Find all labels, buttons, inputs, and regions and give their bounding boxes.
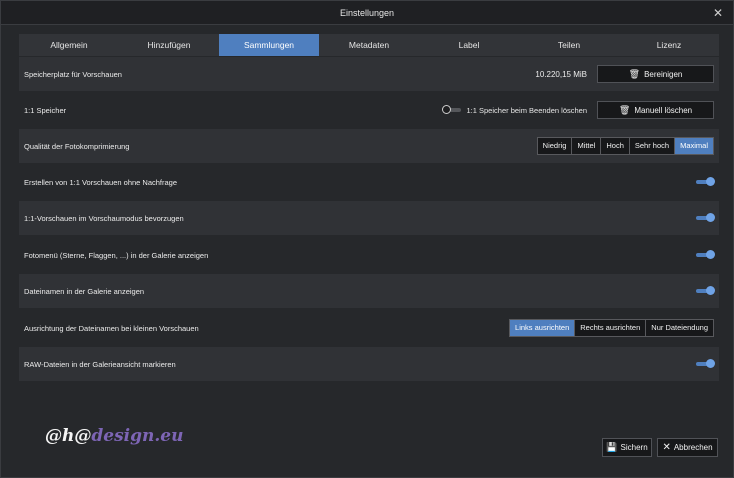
cancel-button-label: Abbrechen	[673, 443, 713, 452]
setting-row-file-names: Dateinamen in der Galerie anzeigen	[19, 274, 719, 308]
create-previews-label: Erstellen von 1:1 Vorschauen ohne Nachfr…	[24, 177, 178, 187]
dialog-title: Einstellungen	[339, 8, 395, 18]
trash-icon: 🗑	[628, 68, 641, 79]
setting-row-compression: Qualität der Fotokomprimierung Niedrig M…	[19, 129, 719, 163]
alignment-option-extension[interactable]: Nur Dateiendung	[646, 320, 713, 336]
setting-row-create-previews: Erstellen von 1:1 Vorschauen ohne Nachfr…	[19, 165, 719, 199]
setting-row-raw-mark: RAW-Dateien in der Galerieansicht markie…	[19, 347, 719, 381]
compression-option-hoch[interactable]: Hoch	[601, 138, 630, 154]
watermark-part2: design.eu	[91, 426, 184, 446]
compression-option-mittel[interactable]: Mittel	[572, 138, 602, 154]
save-button[interactable]: 💾 Sichern	[602, 438, 652, 457]
photo-menu-label: Fotomenü (Sterne, Flaggen, ...) in der G…	[24, 250, 209, 260]
setting-row-preview-storage: Speicherplatz für Vorschauen 10.220,15 M…	[19, 57, 719, 91]
tab-metadaten[interactable]: Metadaten	[319, 34, 419, 56]
create-previews-toggle[interactable]	[696, 177, 715, 186]
delete-on-exit-label: 1:1 Speicher beim Beenden löschen	[466, 105, 588, 115]
manuell-loeschen-button-label: Manuell löschen	[634, 105, 693, 115]
save-button-label: Sichern	[620, 443, 648, 452]
alignment-label: Ausrichtung der Dateinamen bei kleinen V…	[24, 323, 199, 333]
title-bar: Einstellungen ✕	[1, 1, 733, 25]
tab-label[interactable]: Label	[419, 34, 519, 56]
trash-icon: 🗑	[618, 104, 631, 115]
prefer-previews-label: 1:1-Vorschauen im Vorschaumodus bevorzug…	[24, 213, 184, 223]
tab-sammlungen[interactable]: Sammlungen	[219, 34, 319, 56]
photo-menu-toggle[interactable]	[696, 250, 715, 259]
delete-on-exit-toggle[interactable]	[441, 105, 461, 114]
prefer-previews-toggle[interactable]	[696, 213, 715, 222]
close-icon: ✕	[662, 442, 671, 453]
setting-row-prefer-previews: 1:1-Vorschauen im Vorschaumodus bevorzug…	[19, 201, 719, 235]
preview-storage-label: Speicherplatz für Vorschauen	[24, 69, 122, 79]
setting-row-photo-menu: Fotomenü (Sterne, Flaggen, ...) in der G…	[19, 238, 719, 272]
settings-dialog: Einstellungen ✕ Allgemein Hinzufügen Sam…	[0, 0, 734, 478]
compression-option-sehr-hoch[interactable]: Sehr hoch	[629, 138, 676, 154]
compression-option-niedrig[interactable]: Niedrig	[537, 138, 573, 154]
close-icon[interactable]: ✕	[711, 6, 725, 20]
bereinigen-button[interactable]: 🗑 Bereinigen	[597, 65, 714, 83]
compression-label: Qualität der Fotokomprimierung	[24, 141, 130, 151]
bereinigen-button-label: Bereinigen	[644, 69, 683, 79]
manuell-loeschen-button[interactable]: 🗑 Manuell löschen	[597, 101, 714, 119]
tab-lizenz[interactable]: Lizenz	[619, 34, 719, 56]
setting-row-alignment: Ausrichtung der Dateinamen bei kleinen V…	[19, 311, 719, 345]
setting-row-one-to-one: 1:1 Speicher 1:1 Speicher beim Beenden l…	[19, 93, 719, 127]
watermark-part1: @h@	[45, 426, 92, 446]
tab-allgemein[interactable]: Allgemein	[19, 34, 119, 56]
file-names-toggle[interactable]	[696, 286, 715, 295]
cancel-button[interactable]: ✕ Abbrechen	[657, 438, 718, 457]
alignment-selector: Links ausrichten Rechts ausrichten Nur D…	[509, 319, 714, 337]
floppy-disk-icon: 💾	[606, 442, 618, 452]
file-names-label: Dateinamen in der Galerie anzeigen	[24, 286, 145, 296]
tab-bar: Allgemein Hinzufügen Sammlungen Metadate…	[19, 34, 719, 56]
preview-storage-size: 10.220,15 MiB	[535, 69, 587, 79]
alignment-option-right[interactable]: Rechts ausrichten	[575, 320, 647, 336]
compression-option-maximal[interactable]: Maximal	[675, 138, 713, 154]
tab-hinzufuegen[interactable]: Hinzufügen	[119, 34, 219, 56]
raw-mark-toggle[interactable]	[696, 359, 715, 368]
one-to-one-label: 1:1 Speicher	[24, 105, 67, 115]
alignment-option-left[interactable]: Links ausrichten	[510, 320, 576, 336]
watermark-logo: @h@design.eu	[45, 426, 183, 446]
tab-teilen[interactable]: Teilen	[519, 34, 619, 56]
compression-selector: Niedrig Mittel Hoch Sehr hoch Maximal	[536, 137, 714, 155]
raw-mark-label: RAW-Dateien in der Galerieansicht markie…	[24, 359, 176, 369]
